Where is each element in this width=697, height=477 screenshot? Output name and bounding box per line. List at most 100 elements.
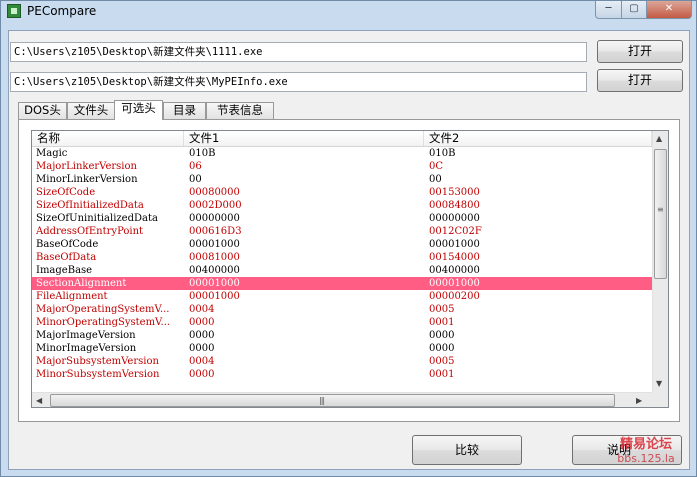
cell-file2: 0C [429, 161, 444, 172]
cell-file1: 00400000 [189, 265, 240, 276]
tab-section-table[interactable]: 节表信息 [206, 102, 274, 119]
table-row[interactable]: BaseOfData 00081000 00154000 [32, 251, 652, 264]
tab-optional-header[interactable]: 可选头 [114, 100, 163, 120]
cell-file2: 0000 [429, 343, 455, 354]
tab-file-header[interactable]: 文件头 [67, 102, 115, 119]
table-row[interactable]: Magic 010B 010B [32, 147, 652, 160]
cell-name: AddressOfEntryPoint [36, 226, 144, 237]
scroll-right-arrow-icon[interactable]: ▶ [636, 396, 642, 405]
cell-file1: 00001000 [189, 278, 240, 289]
cell-name: MajorOperatingSystemV... [36, 304, 170, 315]
table-row[interactable]: MinorSubsystemVersion 0000 0001 [32, 368, 652, 381]
cell-name: SizeOfCode [36, 187, 96, 198]
window-title: PECompare [27, 4, 97, 18]
cell-file2: 00 [429, 174, 442, 185]
table-row[interactable]: ImageBase 00400000 00400000 [32, 264, 652, 277]
minimize-button[interactable]: ─ [595, 1, 622, 19]
watermark-text: 精易论坛 [619, 437, 672, 452]
compare-listview[interactable]: 名称 文件1 文件2 Magic 010B 010B MajorLinkerVersi… [31, 130, 669, 408]
table-row[interactable]: SizeOfInitializedData 0002D000 00084800 [32, 199, 652, 212]
cell-file1: 00080000 [189, 187, 240, 198]
cell-file1: 00 [189, 174, 202, 185]
scroll-corner [652, 392, 668, 407]
cell-file2: 0001 [429, 369, 455, 380]
title-bar[interactable]: PECompare ─ ▢ ✕ [1, 1, 696, 23]
watermark-url: bbs.125.la [617, 452, 675, 465]
cell-name: SectionAlignment [36, 278, 127, 289]
horizontal-scrollbar[interactable]: ◀ ||| ▶ [32, 392, 652, 407]
column-header-name[interactable]: 名称 [32, 131, 184, 146]
app-icon [7, 4, 21, 18]
cell-file2: 0005 [429, 304, 455, 315]
watermark-logo: 精易论坛 bbs.125.la [601, 438, 691, 466]
horizontal-scroll-thumb[interactable]: ||| [50, 394, 615, 407]
cell-file1: 0000 [189, 369, 215, 380]
cell-name: MinorImageVersion [36, 343, 137, 354]
scroll-down-arrow-icon[interactable]: ▼ [656, 379, 662, 388]
column-header-file1[interactable]: 文件1 [184, 131, 424, 146]
main-window: PECompare ─ ▢ ✕ C:\Users\z105\Desktop\新建… [0, 0, 697, 477]
grip-icon: ||| [319, 396, 325, 405]
cell-name: MajorImageVersion [36, 330, 136, 341]
table-row[interactable]: BaseOfCode 00001000 00001000 [32, 238, 652, 251]
cell-file2: 00000000 [429, 213, 480, 224]
table-row[interactable]: SizeOfUninitializedData 00000000 00000000 [32, 212, 652, 225]
cell-file1: 00001000 [189, 239, 240, 250]
cell-name: MajorSubsystemVersion [36, 356, 159, 367]
cell-name: ImageBase [36, 265, 93, 276]
cell-name: MajorLinkerVersion [36, 161, 137, 172]
compare-button[interactable]: 比较 [412, 435, 522, 465]
vertical-scroll-thumb[interactable]: ≡ [654, 149, 667, 279]
cell-file2: 00153000 [429, 187, 480, 198]
vertical-scrollbar[interactable]: ▲ ≡ ▼ [652, 131, 668, 393]
table-row[interactable]: MajorImageVersion 0000 0000 [32, 329, 652, 342]
cell-name: MinorOperatingSystemV... [36, 317, 171, 328]
table-row[interactable]: FileAlignment 00001000 00000200 [32, 290, 652, 303]
table-row[interactable]: SizeOfCode 00080000 00153000 [32, 186, 652, 199]
tab-panel: 名称 文件1 文件2 Magic 010B 010B MajorLinkerVersi… [18, 119, 680, 422]
open-file1-button[interactable]: 打开 [597, 40, 683, 63]
cell-name: MinorSubsystemVersion [36, 369, 160, 380]
cell-name: Magic [36, 148, 68, 159]
cell-name: BaseOfData [36, 252, 97, 263]
table-row[interactable]: MinorLinkerVersion 00 00 [32, 173, 652, 186]
open-file2-button[interactable]: 打开 [597, 69, 683, 92]
table-row[interactable]: MajorOperatingSystemV... 0004 0005 [32, 303, 652, 316]
tab-directory[interactable]: 目录 [163, 102, 206, 119]
cell-file2: 0001 [429, 317, 455, 328]
scroll-up-arrow-icon[interactable]: ▲ [656, 134, 662, 143]
scroll-left-arrow-icon[interactable]: ◀ [36, 396, 42, 405]
table-row[interactable]: MinorImageVersion 0000 0000 [32, 342, 652, 355]
cell-file2: 00154000 [429, 252, 480, 263]
table-row-selected[interactable]: SectionAlignment 00001000 00001000 [32, 277, 652, 290]
tab-dos-header[interactable]: DOS头 [18, 102, 67, 119]
table-row[interactable]: MajorSubsystemVersion 0004 0005 [32, 355, 652, 368]
cell-file1: 0000 [189, 343, 215, 354]
column-header-file2[interactable]: 文件2 [424, 131, 652, 146]
cell-file2: 00400000 [429, 265, 480, 276]
cell-file2: 0005 [429, 356, 455, 367]
cell-name: SizeOfUninitializedData [36, 213, 158, 224]
cell-file1: 010B [189, 148, 216, 159]
table-row[interactable]: MajorLinkerVersion 06 0C [32, 160, 652, 173]
close-button[interactable]: ✕ [646, 1, 692, 19]
cell-file2: 00000200 [429, 291, 480, 302]
cell-file2: 00001000 [429, 239, 480, 250]
cell-file1: 0000 [189, 330, 215, 341]
table-row[interactable]: AddressOfEntryPoint 000616D3 0012C02F [32, 225, 652, 238]
cell-file1: 0004 [189, 304, 215, 315]
file2-path-field[interactable]: C:\Users\z105\Desktop\新建文件夹\MyPEInfo.exe [10, 72, 587, 92]
cell-file1: 00081000 [189, 252, 240, 263]
cell-file2: 0000 [429, 330, 455, 341]
table-row[interactable]: MinorOperatingSystemV... 0000 0001 [32, 316, 652, 329]
cell-file1: 000616D3 [189, 226, 242, 237]
cell-name: FileAlignment [36, 291, 108, 302]
maximize-button[interactable]: ▢ [621, 1, 647, 19]
cell-file2: 010B [429, 148, 456, 159]
file1-path-field[interactable]: C:\Users\z105\Desktop\新建文件夹\1111.exe [10, 42, 587, 62]
cell-file1: 0004 [189, 356, 215, 367]
cell-name: MinorLinkerVersion [36, 174, 138, 185]
cell-name: SizeOfInitializedData [36, 200, 144, 211]
cell-file2: 00084800 [429, 200, 480, 211]
cell-name: BaseOfCode [36, 239, 99, 250]
